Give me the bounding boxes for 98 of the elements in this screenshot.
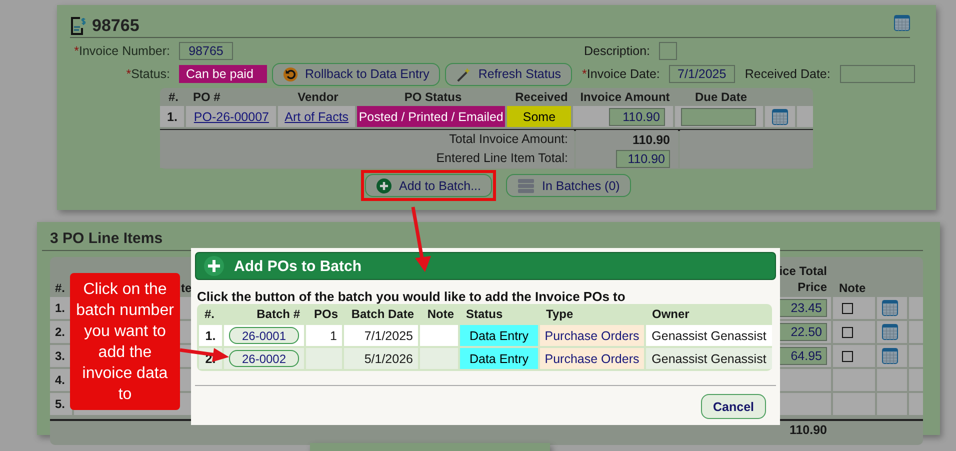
column-header: POs <box>312 307 339 321</box>
table-cell <box>420 348 458 369</box>
refresh-button[interactable]: Refresh Status <box>445 62 572 86</box>
column-header: Note <box>838 281 867 295</box>
received-badge: Some <box>507 106 572 127</box>
note-checkbox[interactable] <box>842 350 853 362</box>
field-label: Description: <box>584 44 650 58</box>
column-header: Note <box>426 307 455 321</box>
calendar-icon[interactable] <box>882 324 898 340</box>
column-header: ice Total Price <box>778 263 828 295</box>
column-header: te <box>181 281 192 295</box>
status-badge: Data Entry <box>460 325 538 346</box>
total-label: Total Invoice Amount: <box>160 130 574 149</box>
callout: Click on the batch number you want to add the invoice data to <box>70 273 180 410</box>
row-number: 4. <box>50 369 72 391</box>
cancel-button[interactable]: Cancel <box>701 394 766 419</box>
status-badge: Data Entry <box>460 348 538 369</box>
invoice-title: 98765 <box>92 16 140 36</box>
column-header: Batch Date <box>350 307 415 321</box>
plus-icon <box>376 178 392 194</box>
plus-icon <box>204 256 224 276</box>
table-cell: 1. <box>199 325 222 346</box>
received-date-field[interactable] <box>840 65 916 83</box>
note-checkbox[interactable] <box>842 302 853 314</box>
stack-icon <box>517 178 535 194</box>
row-number: 2. <box>50 321 72 343</box>
table-cell <box>833 369 875 391</box>
table-cell <box>833 393 875 415</box>
rollback-button[interactable]: Rollback to Data Entry <box>272 62 440 86</box>
table-cell: 1. <box>160 106 184 127</box>
column-header: #. <box>167 90 180 104</box>
line-item-total-field[interactable]: 110.90 <box>616 150 670 168</box>
type-badge: Purchase Orders <box>540 325 644 346</box>
table-cell <box>909 297 923 319</box>
due-date-field[interactable] <box>681 108 756 126</box>
column-header: PO # <box>192 90 222 104</box>
description-field[interactable] <box>659 42 677 60</box>
column-header: Due Date <box>694 90 748 104</box>
column-header: PO Status <box>403 90 463 104</box>
table-cell <box>306 348 342 369</box>
table-cell: Genassist Genassist <box>646 325 772 346</box>
batch-number-button[interactable]: 26-0001 <box>229 327 299 344</box>
column-header: Vendor <box>296 90 340 104</box>
column-header: Status <box>465 307 504 321</box>
calendar-icon[interactable] <box>882 348 898 364</box>
table-cell: Genassist Genassist <box>646 348 772 369</box>
dialog-title: Add POs to Batch <box>234 258 362 274</box>
total-label: Entered Line Item Total: <box>160 149 574 168</box>
column-header: Received <box>514 90 569 104</box>
price-field[interactable]: 22.50 <box>779 323 827 341</box>
table-cell <box>797 106 813 127</box>
calendar-icon[interactable] <box>894 14 910 30</box>
table-cell: 7/1/2025 <box>344 325 418 346</box>
column-header: #. <box>203 307 216 321</box>
magic-wand-icon <box>456 66 472 82</box>
table-cell <box>420 325 458 346</box>
table-cell: 5/1/2026 <box>344 348 418 369</box>
pointer-arrow <box>411 206 431 272</box>
field-label: *Status: <box>125 67 170 81</box>
column-header: #. <box>54 281 66 295</box>
column-header: Batch # <box>256 307 301 321</box>
instruction-text: Click the button of the batch you would like to add the Invoice POs to <box>196 289 626 304</box>
vendor-link[interactable]: Art of Facts <box>284 110 349 124</box>
field-label: Received Date: <box>744 67 830 81</box>
table-cell <box>877 393 907 415</box>
add-to-batch-button[interactable]: Add to Batch... <box>365 174 492 197</box>
table-cell <box>909 321 923 343</box>
row-number: 5. <box>50 393 72 415</box>
invoice-date-field[interactable]: 7/1/2025 <box>668 65 735 83</box>
batch-number-button[interactable]: 26-0002 <box>229 350 299 367</box>
calendar-icon[interactable] <box>772 108 788 124</box>
total-amount: 110.90 <box>788 423 828 437</box>
price-field[interactable]: 23.45 <box>779 299 827 317</box>
status-badge: Can be paid <box>179 65 267 83</box>
row-number: 1. <box>50 297 72 319</box>
field-label: *Invoice Date: <box>582 67 660 81</box>
price-field[interactable]: 64.95 <box>779 347 827 365</box>
table-cell <box>877 369 907 391</box>
invoice-amount-field[interactable]: 110.90 <box>608 108 665 126</box>
table-cell <box>909 393 923 415</box>
po-status-badge: Posted / Printed / Emailed <box>356 106 506 127</box>
column-header: Type <box>545 307 574 321</box>
note-checkbox[interactable] <box>842 326 853 338</box>
column-header: Invoice Amount <box>579 90 671 104</box>
field-label: *Invoice Number: <box>73 44 170 58</box>
in-batches-button[interactable]: In Batches (0) <box>506 174 631 197</box>
table-cell <box>909 345 923 367</box>
undo-icon <box>283 66 298 82</box>
calendar-icon[interactable] <box>882 300 898 316</box>
total-amount: 110.90 <box>576 130 678 149</box>
table-cell <box>909 369 923 391</box>
row-number: 3. <box>50 345 72 367</box>
table-cell: 1 <box>306 325 342 346</box>
po-link[interactable]: PO-26-00007 <box>194 110 269 124</box>
column-header: Owner <box>651 307 690 321</box>
invoice-number-field[interactable]: 98765 <box>179 42 233 60</box>
receipt-dollar-icon <box>70 16 86 36</box>
type-badge: Purchase Orders <box>540 348 644 369</box>
